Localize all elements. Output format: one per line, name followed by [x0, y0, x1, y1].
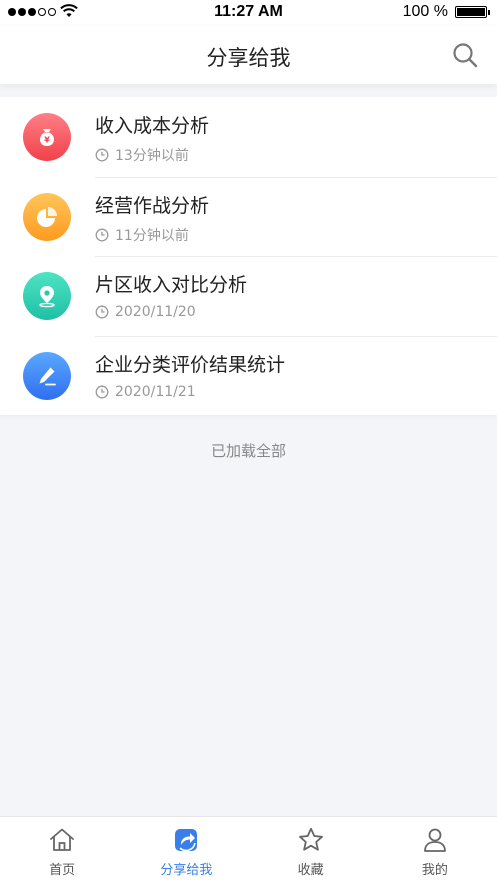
shared-report-list: ¥ 收入成本分析 13分钟以前 经营作战分析 11分钟以前 片区收入对比分析 2… — [0, 97, 497, 415]
clock-icon — [95, 385, 109, 398]
item-title: 经营作战分析 — [95, 194, 210, 217]
edit-pen-icon — [23, 351, 71, 400]
clock-icon — [95, 148, 109, 162]
svg-text:¥: ¥ — [44, 136, 50, 145]
status-bar: 11:27 AM 100 % — [0, 0, 497, 26]
item-time: 2020/11/21 — [115, 383, 196, 400]
item-title: 收入成本分析 — [95, 115, 210, 137]
item-title: 企业分类评价结果统计 — [95, 353, 286, 376]
tab-label: 首页 — [49, 863, 76, 878]
tab-share[interactable]: 分享给我 — [124, 817, 248, 883]
clock-icon — [95, 305, 109, 319]
pie-chart-icon — [23, 192, 71, 241]
tab-bar: 首页 分享给我 收藏 我的 — [0, 816, 497, 883]
item-time: 2020/11/20 — [115, 304, 196, 320]
item-time: 11分钟以前 — [115, 227, 189, 244]
battery-percent: 100 % — [402, 3, 448, 20]
item-meta: 11分钟以前 — [95, 225, 189, 245]
item-meta: 2020/11/20 — [95, 304, 196, 320]
tab-home[interactable]: 首页 — [0, 817, 124, 883]
tab-label: 收藏 — [297, 863, 324, 878]
list-item[interactable]: ¥ 收入成本分析 13分钟以前 — [0, 97, 497, 177]
item-title: 片区收入对比分析 — [95, 274, 248, 296]
star-icon — [298, 827, 323, 851]
nav-bar: 分享给我 — [0, 26, 497, 84]
clock-icon — [95, 228, 109, 241]
location-pin-icon — [23, 272, 71, 320]
user-icon — [423, 828, 446, 852]
tab-label: 我的 — [421, 863, 448, 878]
item-meta: 2020/11/21 — [95, 384, 196, 400]
load-complete-text: 已加载全部 — [210, 442, 286, 460]
list-item[interactable]: 企业分类评价结果统计 2020/11/21 — [0, 335, 497, 416]
search-icon[interactable] — [451, 41, 479, 69]
page-title: 分享给我 — [206, 46, 291, 70]
money-bag-icon: ¥ — [23, 113, 71, 161]
tab-mine[interactable]: 我的 — [373, 817, 497, 883]
tab-label: 分享给我 — [160, 863, 213, 878]
tab-favorites[interactable]: 收藏 — [249, 817, 373, 883]
share-icon — [175, 829, 198, 852]
battery-icon — [455, 6, 490, 18]
list-item[interactable]: 经营作战分析 11分钟以前 — [0, 176, 497, 257]
list-item[interactable]: 片区收入对比分析 2020/11/20 — [0, 256, 497, 336]
item-time: 13分钟以前 — [115, 148, 189, 164]
item-meta: 13分钟以前 — [95, 145, 189, 165]
home-icon — [50, 828, 75, 851]
